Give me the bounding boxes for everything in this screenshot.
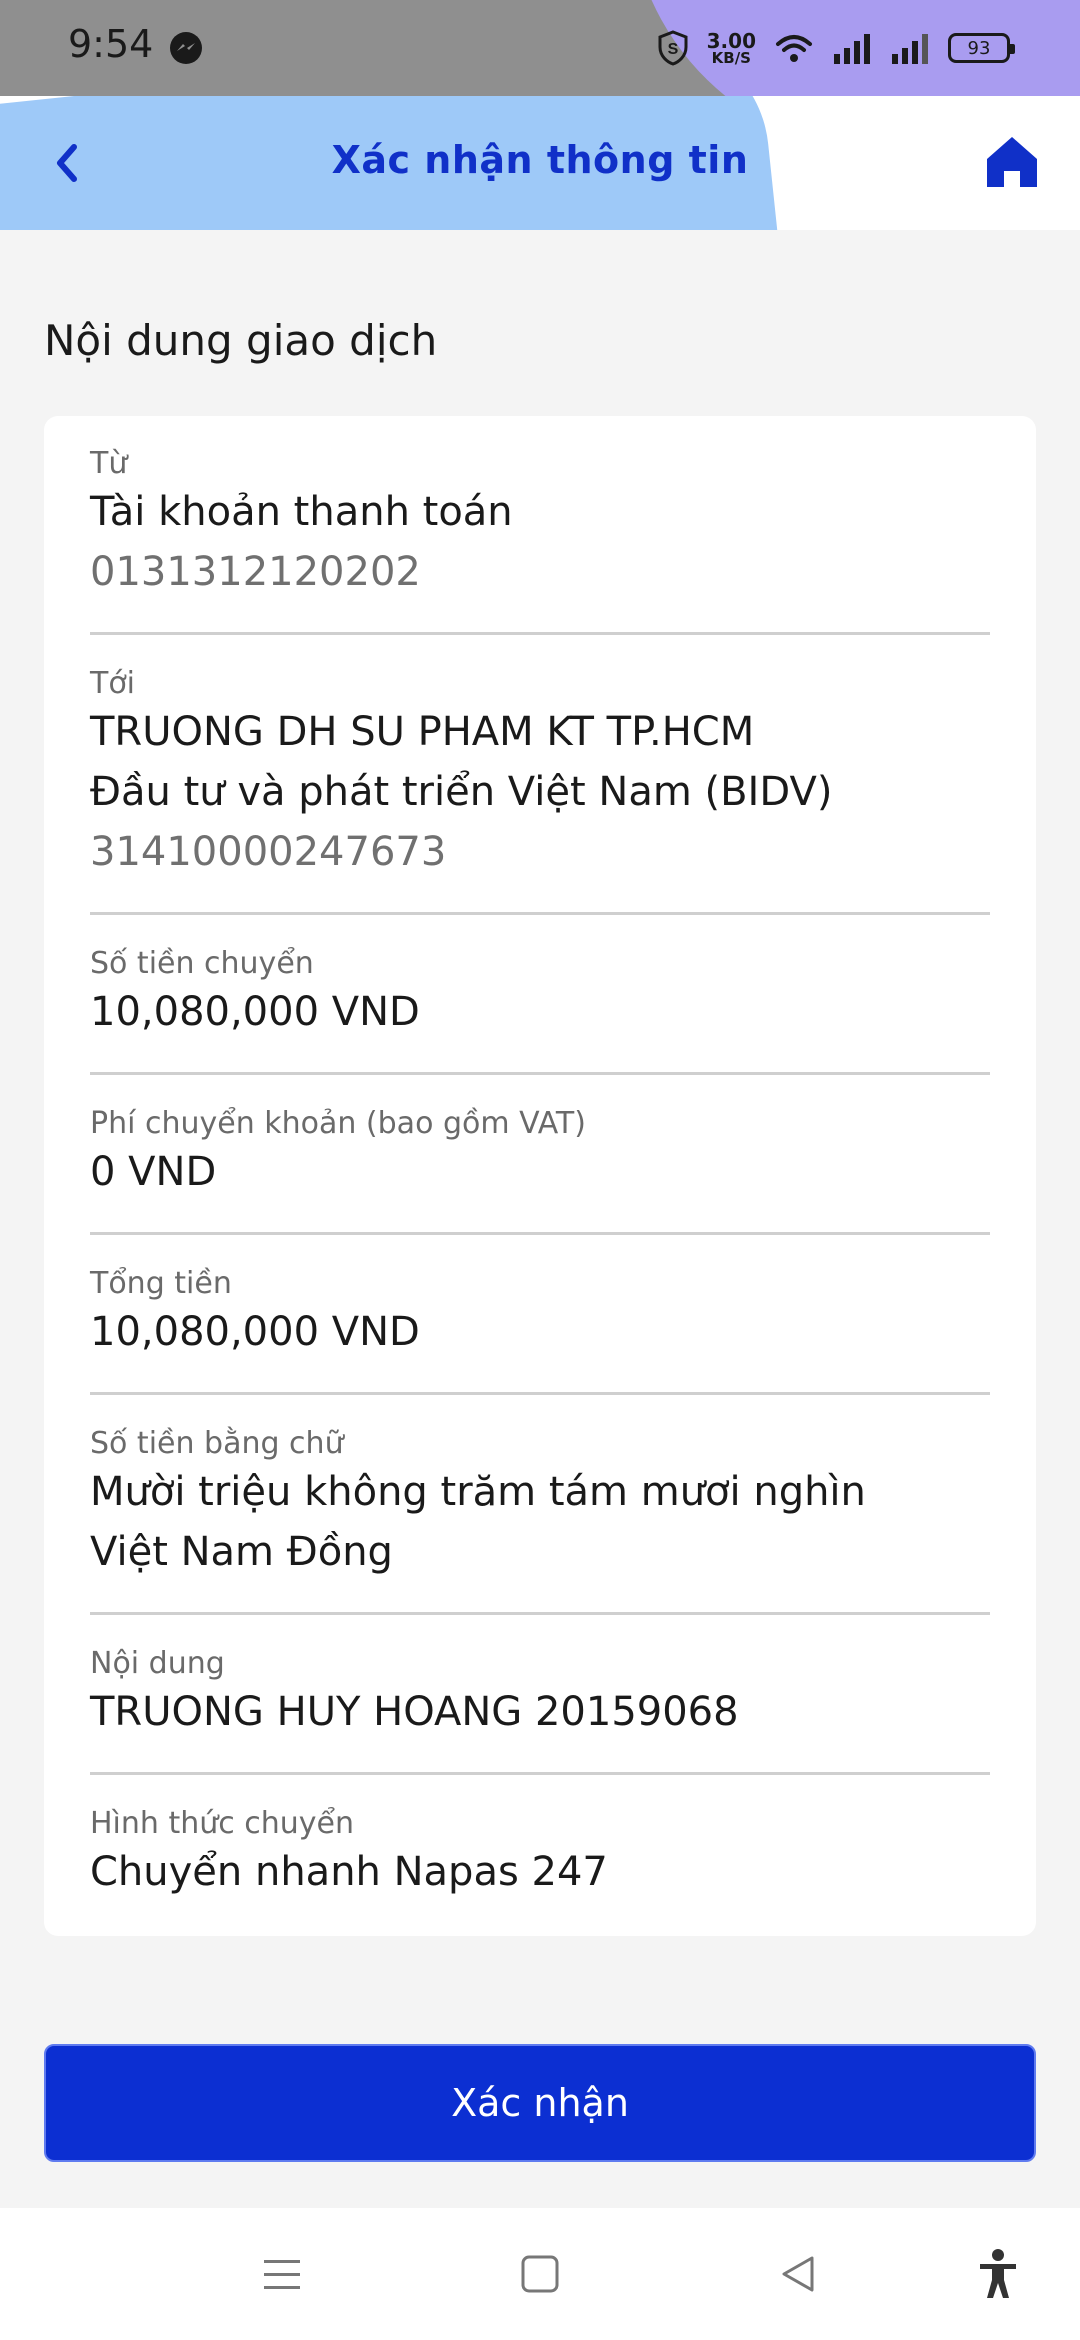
divider bbox=[90, 632, 990, 635]
field-value: TRUONG HUY HOANG 20159068 bbox=[90, 1689, 739, 1735]
menu-icon bbox=[264, 2260, 300, 2289]
field-label: Phí chuyển khoản (bao gồm VAT) bbox=[90, 1106, 586, 1141]
field-from: Từ Tài khoản thanh toán 0131312120202 bbox=[90, 446, 990, 602]
status-icons: S 3.00 KB/S 93 bbox=[657, 24, 1015, 72]
network-speed: 3.00 KB/S bbox=[707, 31, 756, 66]
field-label: Số tiền bằng chữ bbox=[90, 1426, 344, 1461]
battery-icon: 93 bbox=[948, 33, 1015, 63]
network-speed-value: 3.00 bbox=[706, 28, 756, 53]
field-to: Tới TRUONG DH SU PHAM KT TP.HCM Đầu tư v… bbox=[90, 666, 990, 882]
field-label: Tổng tiền bbox=[90, 1266, 232, 1301]
status-time: 9:54 bbox=[68, 22, 154, 66]
network-speed-unit: KB/S bbox=[711, 48, 751, 67]
recipient-bank: Đầu tư và phát triển Việt Nam (BIDV) bbox=[90, 769, 833, 815]
home-icon bbox=[987, 137, 1037, 187]
home-button[interactable] bbox=[980, 130, 1044, 194]
messenger-icon bbox=[170, 32, 202, 64]
divider bbox=[90, 1072, 990, 1075]
field-method: Hình thức chuyển Chuyển nhanh Napas 247 bbox=[90, 1806, 990, 1902]
divider bbox=[90, 1392, 990, 1395]
field-value: 10,080,000 VND bbox=[90, 1309, 420, 1355]
system-nav-bar bbox=[0, 2208, 1080, 2340]
confirm-button[interactable]: Xác nhận bbox=[44, 2044, 1036, 2162]
field-value: Chuyển nhanh Napas 247 bbox=[90, 1849, 608, 1895]
svg-text:S: S bbox=[667, 41, 678, 58]
signal-icon bbox=[834, 34, 870, 64]
back-nav-button[interactable] bbox=[770, 2246, 826, 2302]
field-value: Mười triệu không trăm tám mươi nghìn bbox=[90, 1469, 866, 1515]
recipient-name: TRUONG DH SU PHAM KT TP.HCM bbox=[90, 709, 755, 755]
app-header: Xác nhận thông tin bbox=[0, 96, 1080, 230]
header-wave-decoration bbox=[0, 176, 740, 230]
field-label: Hình thức chuyển bbox=[90, 1806, 355, 1841]
shield-icon: S bbox=[658, 30, 688, 66]
field-value: 0 VND bbox=[90, 1149, 217, 1195]
field-value: 10,080,000 VND bbox=[90, 989, 420, 1035]
field-content: Nội dung TRUONG HUY HOANG 20159068 bbox=[90, 1646, 990, 1742]
menu-button[interactable] bbox=[254, 2246, 310, 2302]
triangle-back-icon bbox=[782, 2256, 814, 2292]
wifi-icon bbox=[776, 35, 812, 62]
accessibility-button[interactable] bbox=[970, 2246, 1026, 2302]
divider bbox=[90, 1772, 990, 1775]
accessibility-icon bbox=[980, 2249, 1016, 2298]
divider bbox=[90, 1232, 990, 1235]
transaction-details-card: Từ Tài khoản thanh toán 0131312120202 Tớ… bbox=[44, 416, 1036, 1936]
square-icon bbox=[521, 2255, 559, 2293]
divider bbox=[90, 1612, 990, 1615]
account-number: 31410000247673 bbox=[90, 829, 447, 875]
signal-icon bbox=[892, 34, 928, 64]
divider bbox=[90, 912, 990, 915]
field-label: Nội dung bbox=[90, 1646, 225, 1681]
field-amount: Số tiền chuyển 10,080,000 VND bbox=[90, 946, 990, 1042]
field-total: Tổng tiền 10,080,000 VND bbox=[90, 1266, 990, 1362]
status-bar: 9:54 S 3.00 KB/S 93 bbox=[0, 0, 1080, 96]
field-value: Việt Nam Đồng bbox=[90, 1529, 393, 1575]
field-fee: Phí chuyển khoản (bao gồm VAT) 0 VND bbox=[90, 1106, 990, 1202]
page-title: Xác nhận thông tin bbox=[331, 138, 749, 182]
field-label: Từ bbox=[90, 446, 128, 481]
account-number: 0131312120202 bbox=[90, 549, 421, 595]
field-value: Tài khoản thanh toán bbox=[90, 489, 513, 535]
home-nav-button[interactable] bbox=[512, 2246, 568, 2302]
section-title: Nội dung giao dịch bbox=[44, 316, 438, 365]
field-amount-words: Số tiền bằng chữ Mười triệu không trăm t… bbox=[90, 1426, 990, 1582]
field-label: Tới bbox=[90, 666, 136, 701]
field-label: Số tiền chuyển bbox=[90, 946, 314, 981]
